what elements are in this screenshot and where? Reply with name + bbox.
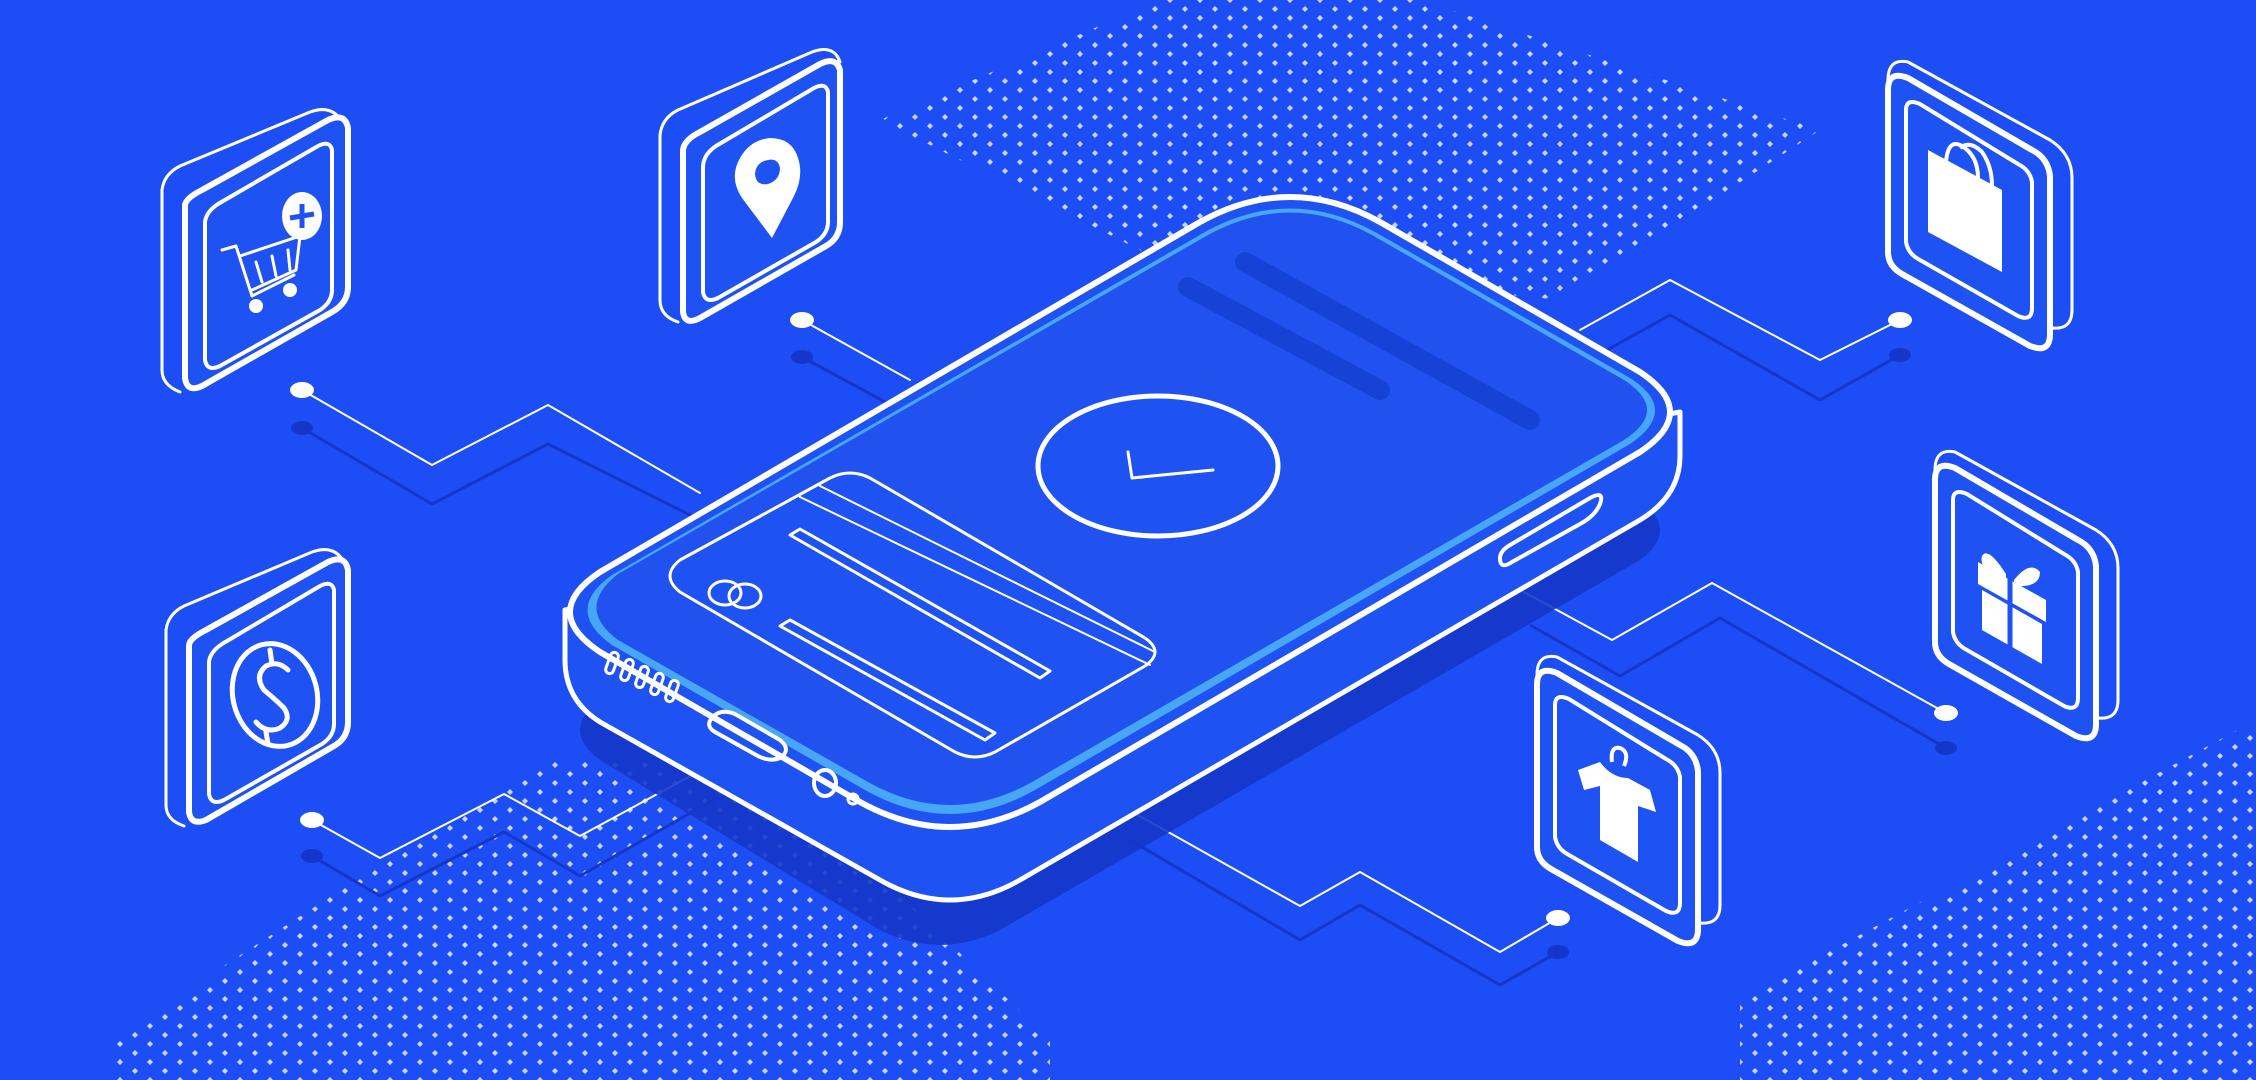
checkmark-badge bbox=[1035, 393, 1281, 539]
isometric-mobile-shopping-illustration bbox=[0, 0, 2256, 1080]
